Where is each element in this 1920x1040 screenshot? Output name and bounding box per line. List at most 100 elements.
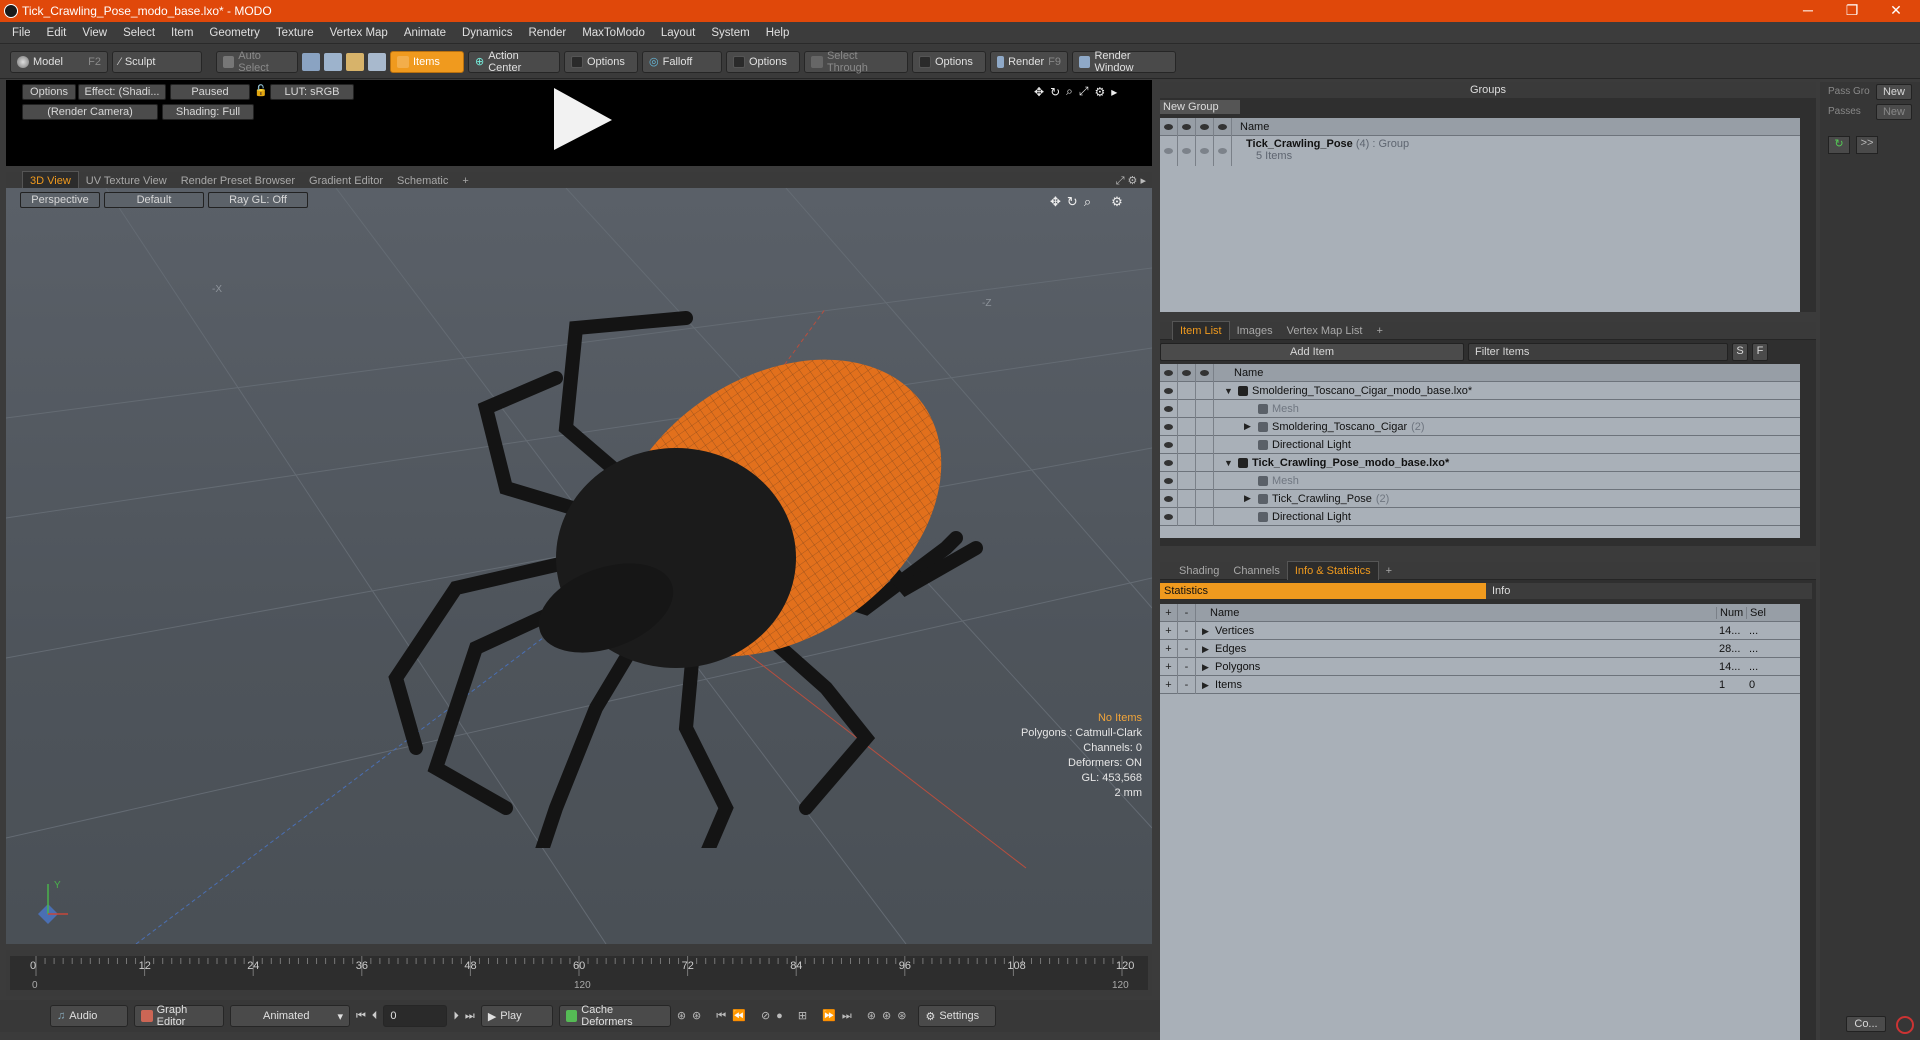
eye-icon[interactable]	[1160, 399, 1178, 418]
column-cell[interactable]	[1178, 435, 1196, 454]
skip-start-icon[interactable]: ⏮	[356, 1010, 366, 1023]
stats-row[interactable]: + - ▶ Polygons 14......	[1160, 657, 1800, 676]
tab-gradient-editor[interactable]: Gradient Editor	[302, 172, 390, 190]
expand-arrow-icon[interactable]: ▶	[1244, 493, 1254, 504]
settings-button[interactable]: ⚙ Settings	[918, 1005, 997, 1027]
lock-icon[interactable]	[1196, 136, 1214, 166]
column-cell[interactable]	[1178, 417, 1196, 436]
menu-view[interactable]: View	[74, 22, 115, 44]
preview-paused-button[interactable]: Paused	[170, 84, 250, 100]
render-window-button[interactable]: Render Window	[1072, 50, 1176, 74]
render-icon[interactable]	[1178, 136, 1196, 166]
vertices-mode-icon[interactable]	[302, 52, 320, 71]
item-list-row[interactable]: ▼ Tick_Crawling_Pose_modo_base.lxo*	[1160, 453, 1800, 472]
rotate-icon[interactable]: ↻	[1067, 194, 1078, 210]
column-cell[interactable]	[1196, 381, 1214, 400]
collapse-all-icon[interactable]: -	[1178, 603, 1196, 622]
tick-model[interactable]	[306, 288, 1006, 848]
column-cell[interactable]	[1196, 507, 1214, 526]
model-button[interactable]: Model F2	[10, 50, 108, 73]
collapse-icon[interactable]: -	[1178, 657, 1196, 676]
new-pass-group-button[interactable]: New	[1876, 84, 1912, 100]
eye-icon[interactable]	[1160, 435, 1178, 454]
panel-gear-icon[interactable]: ⤢ ⚙ ▸	[1116, 174, 1146, 188]
collapse-icon[interactable]: -	[1178, 621, 1196, 640]
eye-icon[interactable]	[1160, 507, 1178, 526]
menu-layout[interactable]: Layout	[653, 22, 704, 44]
column-cell[interactable]	[1196, 471, 1214, 490]
item-list-row[interactable]: ▼ Smoldering_Toscano_Cigar_modo_base.lxo*	[1160, 381, 1800, 400]
minimize-button[interactable]: ─	[1786, 0, 1830, 22]
expand-arrow-icon[interactable]: ▶	[1244, 421, 1254, 432]
cache-deformers-button[interactable]: Cache Deformers	[558, 1004, 671, 1028]
item-list-row[interactable]: Mesh	[1160, 471, 1800, 490]
lock-icon[interactable]: 🔓	[254, 84, 268, 97]
menu-vertex-map[interactable]: Vertex Map	[322, 22, 396, 44]
rotate-icon[interactable]: ↻	[1050, 85, 1060, 99]
column-cell[interactable]	[1196, 489, 1214, 508]
tab-channels[interactable]: Channels	[1226, 562, 1286, 580]
column-cell[interactable]	[1178, 489, 1196, 508]
polygons-mode-icon[interactable]	[346, 52, 364, 71]
skip-end-icon[interactable]: ⏭	[465, 1010, 475, 1023]
falloff-button[interactable]: ◎ Falloff	[642, 50, 722, 73]
column-cell[interactable]	[1196, 453, 1214, 472]
render-button[interactable]: Render F9	[990, 50, 1068, 73]
raygl-dropdown[interactable]: Ray GL: Off	[208, 192, 308, 208]
items-mode-button[interactable]: Items	[390, 50, 464, 73]
move-icon[interactable]: ✥	[1034, 85, 1044, 99]
column-cell[interactable]	[1196, 435, 1214, 454]
item-list-row[interactable]: Directional Light	[1160, 435, 1800, 454]
step-back-icon[interactable]: ⏴	[372, 1010, 378, 1023]
expand-arrow-button[interactable]: >>	[1856, 136, 1878, 154]
expand-icon[interactable]: +	[1160, 675, 1178, 694]
animated-dropdown[interactable]: Animated ▾	[230, 1005, 350, 1027]
collapse-icon[interactable]: -	[1178, 675, 1196, 694]
3d-viewport[interactable]: Perspective Default Ray GL: Off ✥ ↻ ⌕ ⚙ -X …	[6, 188, 1152, 944]
expand-arrow-icon[interactable]: ▶	[1202, 680, 1209, 690]
add-item-dropdown[interactable]: Add Item	[1160, 343, 1464, 361]
co-button[interactable]: Co...	[1846, 1016, 1886, 1032]
tab-schematic[interactable]: Schematic	[390, 172, 455, 190]
projection-dropdown[interactable]: Perspective	[20, 192, 100, 208]
eye-icon[interactable]	[1160, 136, 1178, 166]
select-options-button[interactable]: Options	[912, 50, 986, 73]
tab-uv-texture-view[interactable]: UV Texture View	[79, 172, 174, 190]
preview-shading-dropdown[interactable]: Shading: Full	[162, 104, 254, 120]
expand-arrow-icon[interactable]: ▼	[1224, 386, 1234, 396]
menu-animate[interactable]: Animate	[396, 22, 454, 44]
select-through-button[interactable]: Select Through	[804, 50, 908, 74]
graph-editor-button[interactable]: Graph Editor	[134, 1004, 224, 1028]
new-pass-button[interactable]: New	[1876, 104, 1912, 120]
filter-f-button[interactable]: F	[1752, 343, 1768, 361]
expand-arrow-icon[interactable]: ▼	[1224, 458, 1234, 468]
tab-images[interactable]: Images	[1230, 322, 1280, 340]
expand-icon[interactable]: +	[1160, 621, 1178, 640]
tab-render-preset-browser[interactable]: Render Preset Browser	[174, 172, 302, 190]
move-icon[interactable]: ✥	[1050, 194, 1061, 210]
expand-icon[interactable]: ▸	[1111, 85, 1117, 99]
sculpt-button[interactable]: ⁄ Sculpt	[112, 50, 202, 73]
tab-item-list[interactable]: Item List	[1172, 321, 1230, 340]
audio-button[interactable]: ♫ Audio	[50, 1005, 128, 1027]
action-center-button[interactable]: ⊕ Action Center	[468, 50, 560, 74]
preview-options-button[interactable]: Options	[22, 84, 76, 100]
add-tab-button[interactable]: +	[1369, 322, 1389, 340]
tab-vertex-map-list[interactable]: Vertex Map List	[1280, 322, 1370, 340]
eye-icon[interactable]	[1160, 453, 1178, 472]
statistics-tab[interactable]: Statistics	[1160, 583, 1486, 599]
item-list-row[interactable]: ▶ Tick_Crawling_Pose (2)	[1160, 489, 1800, 508]
zoom-icon[interactable]: ⌕	[1066, 84, 1073, 99]
eye-icon[interactable]	[1160, 489, 1178, 508]
menu-texture[interactable]: Texture	[268, 22, 322, 44]
column-cell[interactable]	[1178, 453, 1196, 472]
add-tab-button[interactable]: +	[1379, 562, 1399, 580]
gear-icon[interactable]: ⚙	[1111, 194, 1123, 210]
stats-row[interactable]: + - ▶ Edges 28......	[1160, 639, 1800, 658]
action-center-options-button[interactable]: Options	[564, 50, 638, 73]
menu-render[interactable]: Render	[520, 22, 574, 44]
item-list-row[interactable]: Directional Light	[1160, 507, 1800, 526]
fit-icon[interactable]: ⤢	[1079, 84, 1089, 99]
gear-icon[interactable]: ⚙	[1094, 85, 1105, 99]
column-cell[interactable]	[1178, 399, 1196, 418]
